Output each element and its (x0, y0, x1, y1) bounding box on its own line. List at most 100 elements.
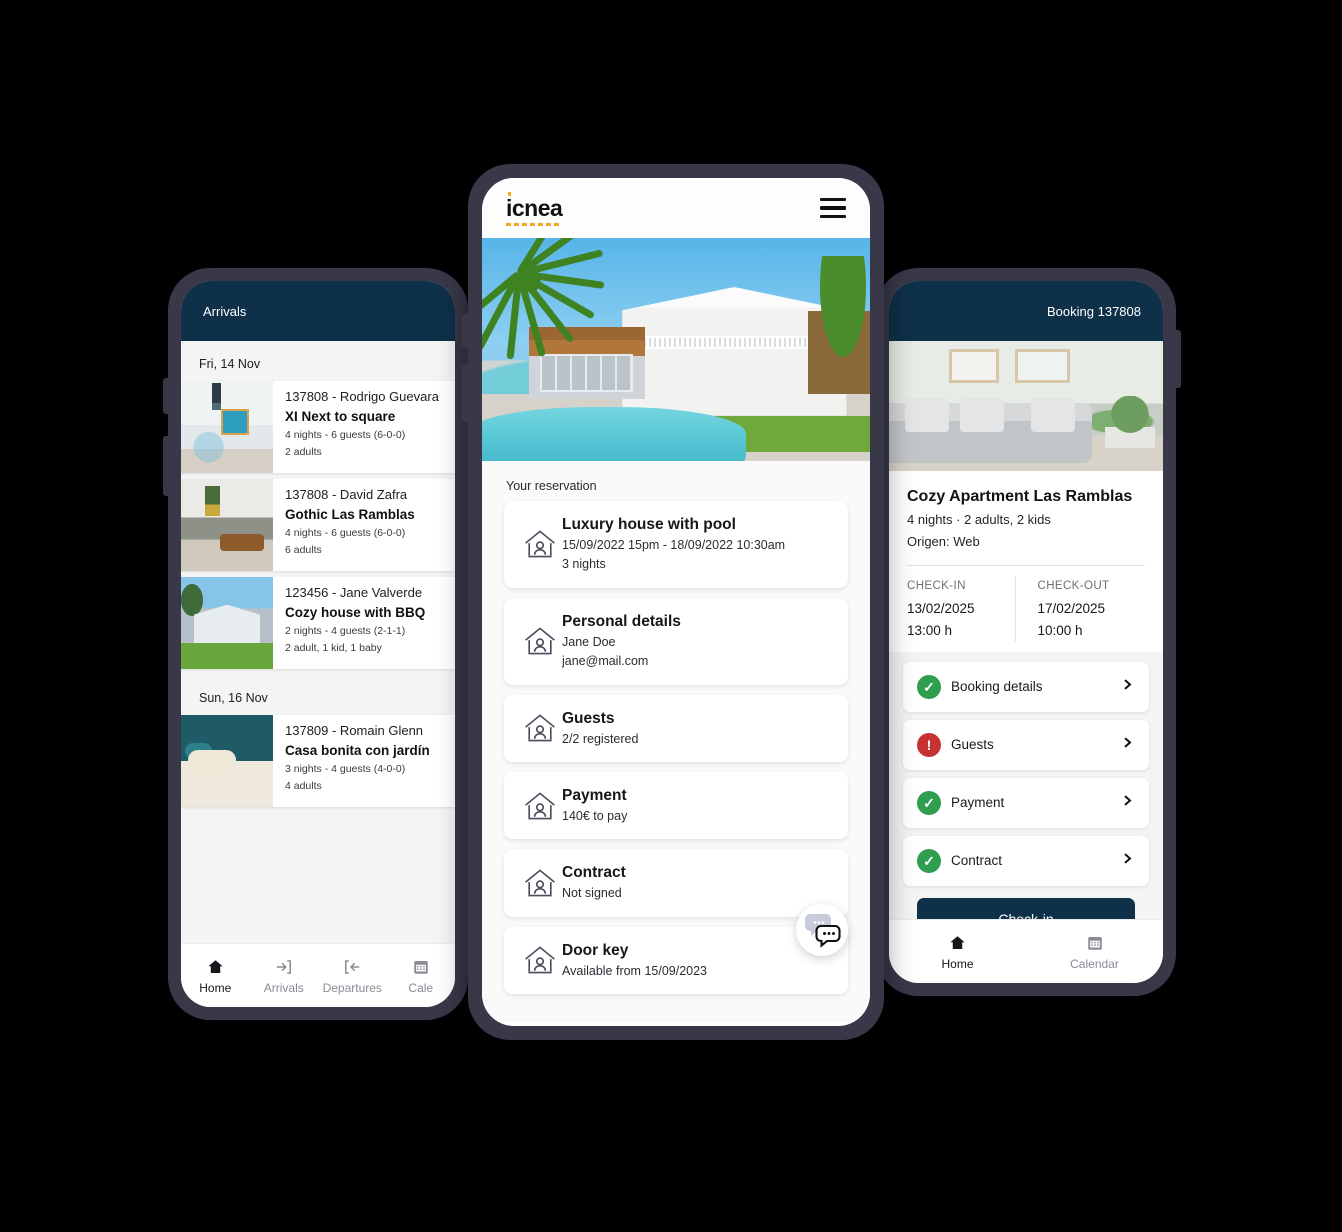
nav-tab-calendar[interactable]: Cale (387, 956, 456, 995)
bottom-navigation: Home Arrivals Departures Cale (181, 943, 455, 1007)
card-text: Luxury house with pool 15/09/2022 15pm -… (562, 514, 834, 575)
check-circle-icon: ✓ (917, 674, 941, 699)
departures-arrow-out-icon (343, 956, 362, 976)
booking-code: 137808 - David Zafra (285, 487, 408, 502)
house-person-icon (518, 788, 562, 824)
status-badge: ✓ (917, 790, 951, 815)
cushion-shape (905, 398, 950, 432)
status-glyph: ! (926, 736, 932, 753)
cushion-shape (960, 398, 1005, 432)
list-item[interactable]: 137808 - Rodrigo Guevara XI Next to squa… (181, 381, 455, 473)
action-row-booking-details[interactable]: ✓ Booking details (903, 661, 1149, 712)
home-icon (206, 956, 225, 976)
chat-bubbles-icon (805, 914, 841, 948)
card-guests[interactable]: Guests 2/2 registered (504, 694, 848, 762)
wall-art-frame (1015, 348, 1070, 383)
chevron-right-icon (1113, 850, 1135, 872)
card-text: Door key Available from 15/09/2023 (562, 940, 834, 981)
chevron-right-icon (1113, 734, 1135, 756)
nav-tab-label: Arrivals (263, 981, 304, 995)
card-line-2: 3 nights (562, 557, 606, 572)
house-person-icon (518, 710, 562, 746)
nav-tab-arrivals[interactable]: Arrivals (250, 956, 319, 995)
hamburger-menu-icon[interactable] (820, 197, 846, 219)
action-row-payment[interactable]: ✓ Payment (903, 777, 1149, 828)
volume-down-button[interactable] (462, 364, 470, 422)
palm-frond-shape (482, 238, 638, 359)
card-title: Door key (562, 941, 629, 959)
alert-circle-icon: ! (917, 732, 941, 757)
chat-fab-button[interactable] (796, 904, 848, 956)
nav-tab-label: Home (941, 957, 974, 971)
logo-accent-dot (508, 191, 511, 196)
property-thumbnail (181, 381, 273, 473)
house-person-icon (518, 623, 562, 659)
card-line-1: Available from 15/09/2023 (562, 963, 708, 978)
nav-tab-label: Departures (322, 981, 382, 995)
checkout-block: CHECK-OUT 17/02/2025 10:00 h (1014, 576, 1146, 642)
check-circle-icon: ✓ (917, 848, 941, 873)
property-name: Cozy house with BBQ (285, 604, 426, 620)
checkout-time: 10:00 h (1037, 622, 1083, 638)
status-glyph: ✓ (923, 794, 935, 811)
chat-fab-wrapper (796, 904, 848, 956)
reservation-info: 137808 - David Zafra Gothic Las Ramblas … (273, 479, 455, 571)
booking-code: 137809 - Romain Glenn (285, 723, 424, 738)
wall-art-frame (949, 348, 999, 383)
arrivals-list[interactable]: Fri, 14 Nov 137808 - Rodrigo Guevara XI … (181, 341, 455, 1007)
property-name: Casa bonita con jardín (285, 742, 430, 758)
power-button[interactable] (1174, 330, 1181, 388)
right-phone-mockup: Booking 137808 Cozy Apartment Las Rambla… (876, 268, 1181, 996)
card-personal-details[interactable]: Personal details Jane Doe jane@mail.com (504, 597, 848, 685)
nav-tab-departures[interactable]: Departures (318, 956, 387, 995)
volume-up-button[interactable] (462, 314, 470, 348)
section-label: Your reservation (482, 461, 870, 501)
appbar-title: Booking 137808 (1047, 303, 1141, 319)
house-person-icon (518, 526, 562, 562)
checkin-time: 13:00 h (907, 622, 953, 638)
action-row-guests[interactable]: ! Guests (903, 719, 1149, 770)
center-phone-screen: icnea Your reservation Luxury house with… (482, 178, 870, 1026)
property-hero-image (482, 238, 870, 461)
guest-breakdown: 4 adults (285, 780, 322, 793)
action-row-label: Contract (951, 853, 1003, 869)
action-row-label: Guests (951, 737, 994, 753)
checkin-block: CHECK-IN 13/02/2025 13:00 h (907, 576, 1015, 642)
stay-summary: 4 nights - 6 guests (6-0-0) (285, 429, 406, 442)
booking-summary: Cozy Apartment Las Ramblas 4 nights · 2 … (889, 471, 1163, 652)
guest-breakdown: 2 adult, 1 kid, 1 baby (285, 642, 382, 655)
reservation-info: 137809 - Romain Glenn Casa bonita con ja… (273, 715, 455, 807)
booking-action-list: ✓ Booking details ! Guests ✓ Payment ✓ C… (889, 651, 1163, 940)
date-group-header: Sun, 16 Nov (199, 691, 268, 705)
action-row-contract[interactable]: ✓ Contract (903, 835, 1149, 886)
card-text: Contract Not signed (562, 862, 834, 903)
left-phone-mockup: Arrivals Fri, 14 Nov 137808 - Rodrigo Gu… (163, 268, 468, 1020)
check-circle-icon: ✓ (917, 790, 941, 815)
property-thumbnail (181, 479, 273, 571)
status-badge: ✓ (917, 848, 951, 873)
guest-app-header: icnea (482, 178, 870, 238)
guest-breakdown: 6 adults (285, 544, 322, 557)
guest-breakdown: 2 adults (285, 446, 322, 459)
cushion-shape (1031, 398, 1076, 432)
card-line-1: Jane Doe (562, 634, 616, 649)
card-payment[interactable]: Payment 140€ to pay (504, 771, 848, 840)
card-text: Payment 140€ to pay (562, 785, 834, 826)
nav-tab-label: Cale (408, 981, 434, 995)
volume-down-button[interactable] (163, 436, 170, 496)
house-person-icon (518, 865, 562, 901)
status-badge: ✓ (917, 674, 951, 699)
card-reservation[interactable]: Luxury house with pool 15/09/2022 15pm -… (504, 501, 848, 588)
date-group-header: Fri, 14 Nov (199, 357, 261, 371)
list-item[interactable]: 123456 - Jane Valverde Cozy house with B… (181, 577, 455, 669)
volume-up-button[interactable] (163, 378, 170, 414)
list-item[interactable]: 137809 - Romain Glenn Casa bonita con ja… (181, 715, 455, 807)
card-line-1: 140€ to pay (562, 808, 628, 823)
checkout-label: CHECK-OUT (1037, 580, 1110, 593)
nav-tab-home[interactable]: Home (181, 956, 250, 995)
nav-tab-calendar[interactable]: Calendar (1026, 932, 1163, 971)
list-item[interactable]: 137808 - David Zafra Gothic Las Ramblas … (181, 479, 455, 571)
nav-tab-home[interactable]: Home (889, 932, 1026, 971)
property-hero-image (889, 341, 1163, 471)
stay-summary: 4 nights - 6 guests (6-0-0) (285, 527, 406, 540)
